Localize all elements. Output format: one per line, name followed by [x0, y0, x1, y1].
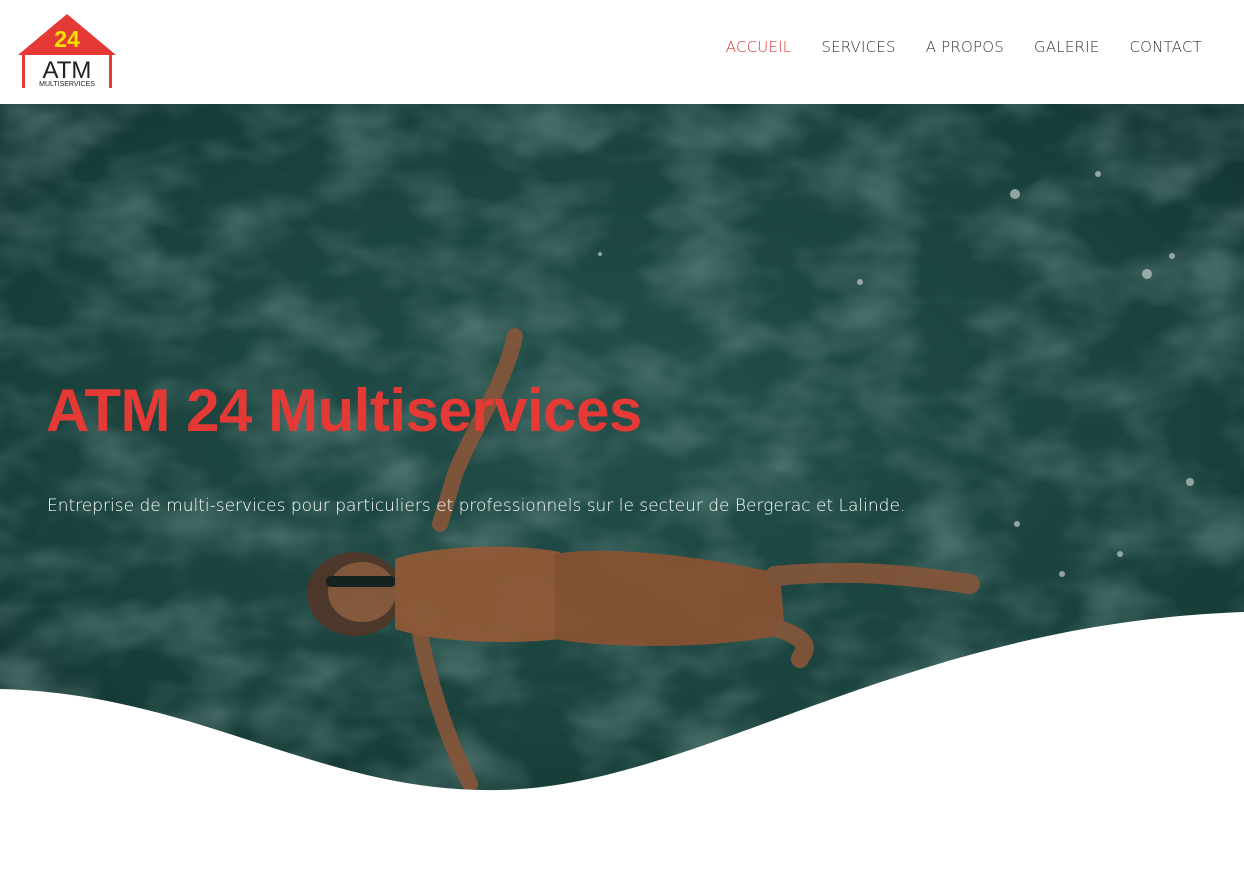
wave-divider — [0, 612, 1244, 804]
nav-services[interactable]: SERVICES — [821, 38, 895, 56]
nav-contact[interactable]: CONTACT — [1129, 38, 1202, 56]
atm24-logo[interactable]: 24 ATM MULTISERVICES — [16, 12, 118, 92]
nav-accueil[interactable]: ACCUEIL — [726, 38, 792, 56]
site-header: 24 ATM MULTISERVICES ACCUEIL SERVICES A … — [0, 0, 1244, 104]
main-nav: ACCUEIL SERVICES A PROPOS GALERIE CONTAC… — [726, 38, 1202, 56]
logo-name: ATM — [43, 57, 92, 84]
nav-a-propos[interactable]: A PROPOS — [926, 38, 1004, 56]
hero-section: ATM 24 Multiservices Entreprise de multi… — [0, 104, 1244, 804]
nav-galerie[interactable]: GALERIE — [1034, 38, 1099, 56]
logo-number: 24 — [54, 26, 80, 52]
logo-image: 24 ATM MULTISERVICES — [18, 14, 116, 88]
logo-tagline: MULTISERVICES — [39, 81, 95, 88]
